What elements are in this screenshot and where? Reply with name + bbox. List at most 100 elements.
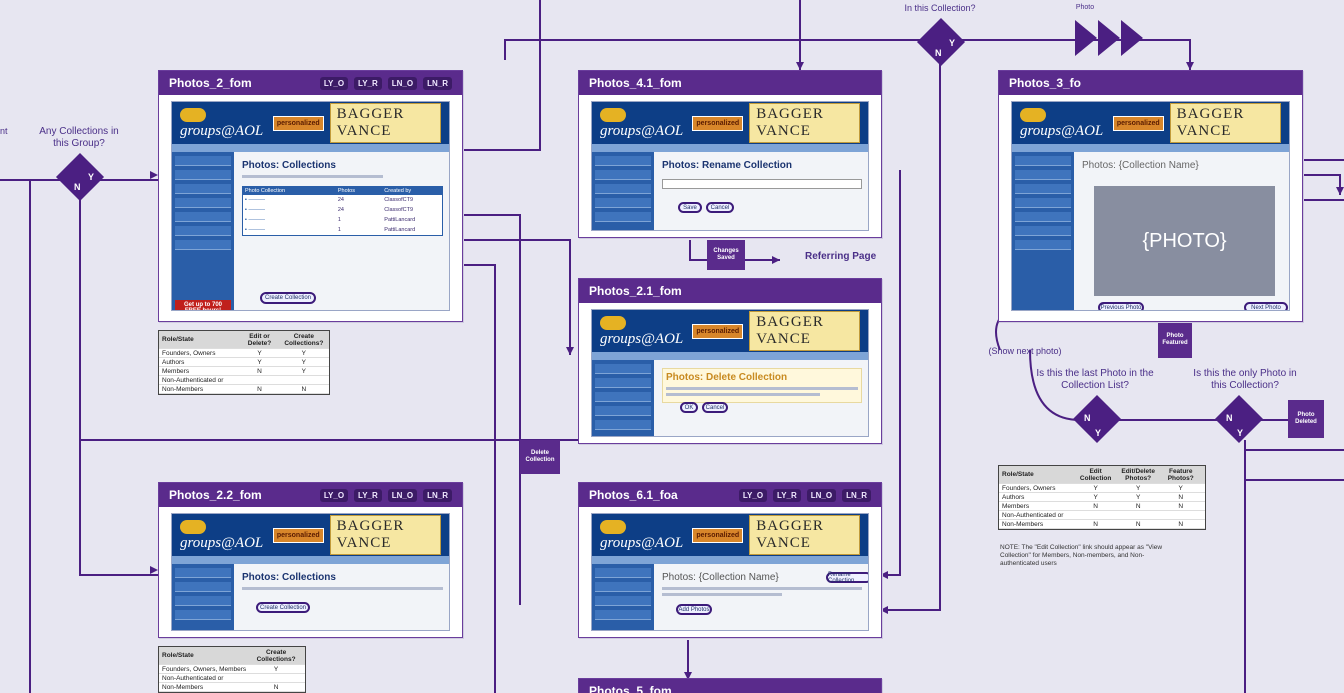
table-row: Authors Y Y	[159, 358, 329, 367]
table-row: Non-Members N N	[159, 385, 329, 394]
next-photo-button[interactable]: Next Photo	[1244, 302, 1288, 310]
table-row: Non-Members N N N	[999, 520, 1205, 529]
ad-banner: BAGGER VANCE	[749, 311, 860, 351]
frame-title: Photos_2_fom	[169, 76, 252, 90]
sidebar	[1012, 152, 1074, 310]
diamond-yes-label: Y	[88, 172, 95, 182]
collection-name-input[interactable]	[662, 179, 862, 189]
personalized-badge: personalized	[1112, 115, 1164, 131]
add-photos-button[interactable]: Add Photos	[676, 604, 712, 615]
wireframe-photos-2-2: Photos_2.2_fom LY_O LY_R LN_O LN_R group…	[158, 482, 463, 638]
table-row: ▪ ——— 1 PattiLancard	[245, 217, 416, 223]
referring-page-label: Referring Page	[805, 251, 877, 262]
state-chip: LN_O	[387, 76, 418, 90]
frame-title: Photos_6.1_foa	[589, 488, 678, 502]
state-chip: LY_O	[738, 488, 768, 502]
groups-logo: groups@AOL	[600, 314, 686, 348]
page-heading: Photos: {Collection Name}	[1082, 160, 1199, 171]
page-screenshot: groups@AOL personalized BAGGER VANCE Get…	[171, 101, 450, 311]
state-chip: LY_R	[773, 488, 801, 502]
wireframe-photos-2: Photos_2_fom LY_O LY_R LN_O LN_R groups@…	[158, 70, 463, 322]
state-chip: LY_R	[354, 76, 382, 90]
wireframe-photos-6-1: Photos_6.1_foa LY_O LY_R LN_O LN_R group…	[578, 482, 882, 638]
personalized-badge: personalized	[272, 115, 324, 131]
frame-title: Photos_4.1_fom	[589, 76, 682, 90]
sidebar	[592, 564, 654, 630]
ok-button[interactable]: OK	[680, 402, 698, 413]
frame-title: Photos_2.2_fom	[169, 488, 262, 502]
page-heading: Photos: Collections	[242, 160, 336, 171]
save-button[interactable]: Save	[678, 202, 702, 213]
diamond-yes-label: Y	[1237, 428, 1244, 438]
previous-photo-button[interactable]: Previous Photo	[1098, 302, 1144, 310]
table-note: NOTE: The "Edit Collection" link should …	[1000, 544, 1163, 567]
sidebar	[592, 360, 654, 436]
forward-arrow-icon	[1121, 20, 1143, 56]
wireframe-photos-5: Photos_5_fom	[578, 678, 882, 693]
forward-arrow-icon	[1098, 20, 1120, 56]
table-row: ▪ ——— 1 PattiLancard	[245, 227, 416, 233]
ad-banner: BAGGER VANCE	[1169, 103, 1281, 143]
diamond-no-label: N	[1084, 413, 1091, 423]
table-row: Non-Authenticated or	[159, 674, 305, 683]
state-chip: LN_O	[806, 488, 837, 502]
only-photo-question: Is this the only Photo in this Collectio…	[1193, 368, 1297, 391]
diamond-yes-label: Y	[1095, 428, 1102, 438]
table-row: Members N Y	[159, 367, 329, 376]
ad-banner: BAGGER VANCE	[329, 103, 441, 143]
edge-fragment-top2: Photo	[1075, 4, 1095, 11]
table-row: Founders, Owners Y Y Y	[999, 484, 1205, 493]
cancel-button[interactable]: Cancel	[706, 202, 734, 213]
diamond-no-label: N	[1226, 413, 1233, 423]
sidebar	[172, 564, 234, 630]
column-header: Created by	[384, 188, 412, 194]
frame-title: Photos_5_fom	[589, 684, 672, 693]
groups-logo: groups@AOL	[180, 106, 267, 140]
changes-saved-tag: Changes Saved	[707, 240, 745, 270]
diamond-yes-label: Y	[949, 38, 956, 48]
permissions-table-2: Role/State Edit Collection Edit/Delete Pho…	[998, 465, 1206, 530]
page-heading: Photos: Collections	[242, 572, 336, 583]
column-header: Photos	[337, 188, 355, 194]
table-row: ▪ ——— 24 ClassofCT9	[245, 197, 414, 203]
page-heading: Photos: Rename Collection	[662, 160, 793, 171]
groups-logo: groups@AOL	[600, 518, 686, 552]
state-chip: LN_O	[387, 488, 418, 502]
personalized-badge: personalized	[692, 527, 744, 543]
ad-banner: BAGGER VANCE	[749, 515, 860, 555]
last-photo-question: Is this the last Photo in the Collection…	[1036, 368, 1154, 391]
create-collection-button[interactable]: Create Collection	[256, 602, 310, 613]
create-collection-button[interactable]: Create Collection	[260, 292, 316, 304]
frame-title: Photos_3_fo	[1009, 76, 1082, 90]
permissions-table-1: Role/State Edit or Delete? Create Collecti…	[158, 330, 330, 395]
personalized-badge: personalized	[272, 527, 324, 543]
table-row: Members N N N	[999, 502, 1205, 511]
cancel-button[interactable]: Cancel	[702, 402, 728, 413]
state-chip: LN_R	[842, 488, 871, 502]
frame-title: Photos_2.1_fom	[589, 284, 682, 298]
table-row: Non-Members N	[159, 683, 305, 692]
rename-collection-button[interactable]: Rename Collection	[826, 572, 868, 584]
ad-banner: BAGGER VANCE	[329, 515, 441, 555]
state-chip: LY_R	[354, 488, 382, 502]
table-row: Non-Authenticated or	[159, 376, 329, 385]
column-header: Photo Collection	[245, 188, 286, 194]
sidebar: Get up to 700 FREE hours!	[172, 152, 234, 310]
groups-logo: groups@AOL	[180, 518, 267, 552]
promo-box: Get up to 700 FREE hours!	[175, 300, 231, 310]
groups-logo: groups@AOL	[1020, 106, 1107, 140]
table-row: Non-Authenticated or	[999, 511, 1205, 520]
diamond-no-label: N	[935, 48, 942, 58]
personalized-badge: personalized	[692, 115, 744, 131]
table-row: Founders, Owners Y Y	[159, 349, 329, 358]
photo-placeholder: {PHOTO}	[1094, 186, 1275, 296]
state-chip: LY_O	[319, 76, 349, 90]
table-row: Authors Y Y N	[999, 493, 1205, 502]
photo-deleted-tag: Photo Deleted	[1288, 400, 1324, 438]
state-chip: LN_R	[423, 488, 452, 502]
personalized-badge: personalized	[692, 323, 744, 339]
frame-header: Photos_2_fom LY_O LY_R LN_O LN_R	[159, 71, 462, 95]
wireframe-photos-4-1: Photos_4.1_fom groups@AOL personalized BAG…	[578, 70, 882, 238]
table-row: ▪ ——— 24 ClassofCT9	[245, 207, 414, 213]
any-collections-label: Any Collections in this Group?	[39, 126, 119, 149]
